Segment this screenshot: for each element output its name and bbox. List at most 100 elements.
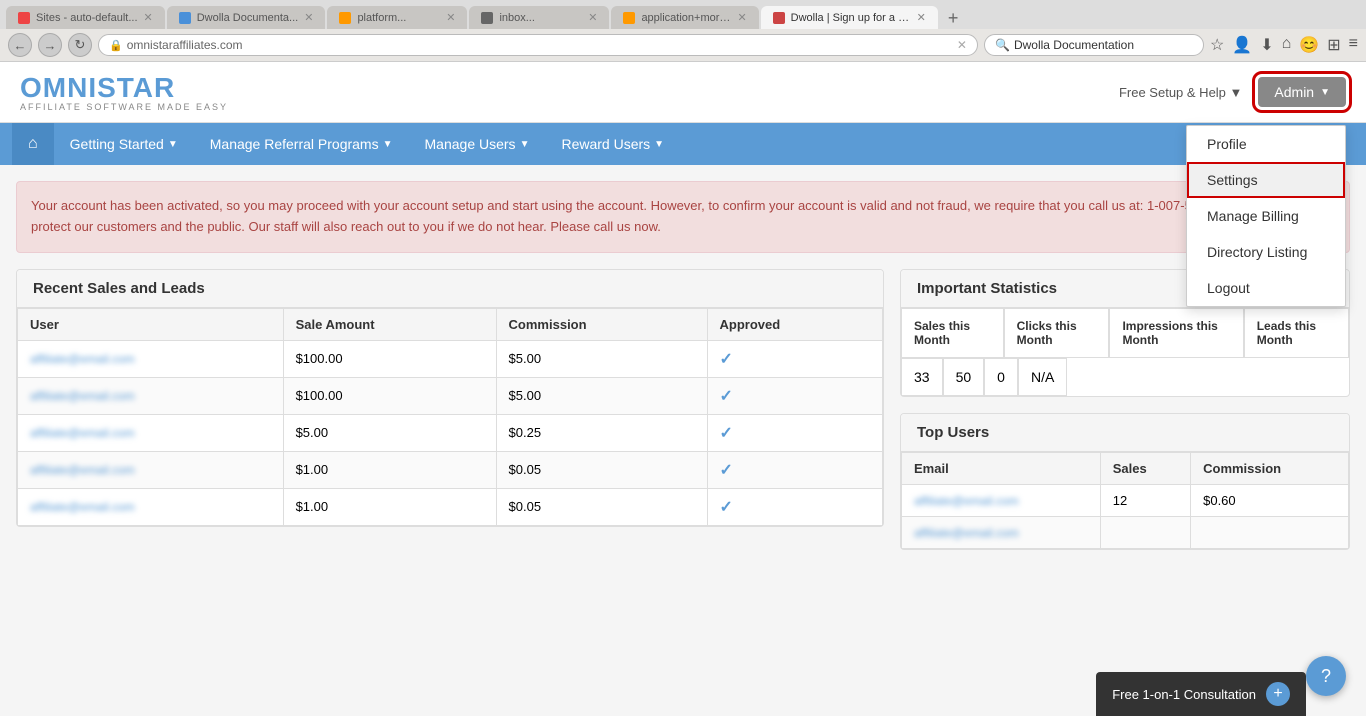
dropdown-directory[interactable]: Directory Listing bbox=[1187, 234, 1345, 270]
table-row: affiliate@email.com $100.00 $5.00 ✓ bbox=[18, 377, 883, 414]
bookmark-icon[interactable]: ☆ bbox=[1210, 35, 1224, 55]
logo-star: STAR bbox=[97, 72, 175, 103]
stat-header-clicks: Clicks this Month bbox=[1004, 308, 1110, 358]
forward-button[interactable]: → bbox=[38, 33, 62, 57]
alert-text: Your account has been activated, so you … bbox=[31, 198, 1321, 234]
top-user-commission bbox=[1191, 516, 1349, 548]
home-icon[interactable]: ⌂ bbox=[1282, 35, 1292, 55]
menu-icon[interactable]: ≡ bbox=[1349, 35, 1358, 55]
new-tab-button[interactable]: + bbox=[940, 8, 967, 29]
left-panel: Recent Sales and Leads User Sale Amount … bbox=[16, 269, 884, 566]
reload-button[interactable]: ↻ bbox=[68, 33, 92, 57]
col-commission: Commission bbox=[496, 308, 707, 340]
sale-amount: $100.00 bbox=[283, 340, 496, 377]
dropdown-billing[interactable]: Manage Billing bbox=[1187, 198, 1345, 234]
dropdown-settings[interactable]: Settings bbox=[1187, 162, 1345, 198]
tab-close-1[interactable]: ✕ bbox=[144, 11, 153, 24]
back-button[interactable]: ← bbox=[8, 33, 32, 57]
consult-label: Free 1-on-1 Consultation bbox=[1112, 687, 1256, 702]
top-user-commission: $0.60 bbox=[1191, 484, 1349, 516]
top-col-sales: Sales bbox=[1100, 452, 1190, 484]
sale-amount: $5.00 bbox=[283, 414, 496, 451]
user-email: affiliate@email.com bbox=[30, 352, 135, 366]
browser-chrome: Sites - auto-default... ✕ Dwolla Documen… bbox=[0, 0, 1366, 62]
top-users-title: Top Users bbox=[901, 414, 1349, 452]
getting-started-caret: ▼ bbox=[168, 139, 178, 150]
tab-5[interactable]: application+more... ✕ bbox=[611, 6, 758, 29]
admin-button[interactable]: Admin bbox=[1258, 77, 1346, 107]
free-setup-link[interactable]: Free Setup & Help ▼ bbox=[1119, 85, 1242, 100]
col-approved: Approved bbox=[707, 308, 882, 340]
admin-wrapper: Admin Profile Settings Manage Billing Di… bbox=[1258, 77, 1346, 107]
user-email: affiliate@email.com bbox=[30, 426, 135, 440]
approved-check: ✓ bbox=[707, 488, 882, 525]
nav-reward-users[interactable]: Reward Users ▼ bbox=[545, 124, 680, 164]
dropdown-logout[interactable]: Logout bbox=[1187, 270, 1345, 306]
top-col-email: Email bbox=[902, 452, 1101, 484]
help-button[interactable]: ? bbox=[1306, 656, 1346, 696]
recent-sales-table: User Sale Amount Commission Approved aff… bbox=[17, 308, 883, 526]
tab-1[interactable]: Sites - auto-default... ✕ bbox=[6, 6, 165, 29]
stat-value-impressions: 0 bbox=[984, 358, 1018, 396]
nav-getting-started[interactable]: Getting Started ▼ bbox=[54, 124, 194, 164]
search-text: Dwolla Documentation bbox=[1014, 38, 1134, 52]
table-row: affiliate@email.com $5.00 $0.25 ✓ bbox=[18, 414, 883, 451]
tab-close-4[interactable]: ✕ bbox=[588, 11, 597, 24]
admin-dropdown: Profile Settings Manage Billing Director… bbox=[1186, 125, 1346, 307]
address-bar[interactable]: 🔒 omnistaraffiliates.com ✕ bbox=[98, 34, 978, 56]
col-sale-amount: Sale Amount bbox=[283, 308, 496, 340]
top-user-email: affiliate@email.com bbox=[914, 526, 1019, 540]
tab-4[interactable]: inbox... ✕ bbox=[469, 6, 609, 29]
address-text: omnistaraffiliates.com bbox=[127, 38, 243, 52]
tab-close-3[interactable]: ✕ bbox=[446, 11, 455, 24]
alert-box: Your account has been activated, so you … bbox=[16, 181, 1350, 253]
logo-text: OMNISTAR bbox=[20, 72, 228, 104]
main-nav: ⌂ Getting Started ▼ Manage Referral Prog… bbox=[0, 123, 1366, 165]
table-row: affiliate@email.com $1.00 $0.05 ✓ bbox=[18, 451, 883, 488]
sale-amount: $100.00 bbox=[283, 377, 496, 414]
stats-values-row: 33 50 0 N/A bbox=[901, 358, 1349, 396]
extensions-icon[interactable]: ⊞ bbox=[1327, 35, 1340, 55]
consult-plus-button[interactable]: + bbox=[1266, 682, 1290, 706]
approved-check: ✓ bbox=[707, 451, 882, 488]
tab-3[interactable]: platform... ✕ bbox=[327, 6, 467, 29]
address-bar-row: ← → ↻ 🔒 omnistaraffiliates.com ✕ 🔍 Dwoll… bbox=[0, 29, 1366, 61]
approved-check: ✓ bbox=[707, 340, 882, 377]
logo: OMNISTAR AFFILIATE SOFTWARE MADE EASY bbox=[20, 72, 228, 112]
download-icon[interactable]: ⬇ bbox=[1260, 35, 1273, 55]
tab-close-5[interactable]: ✕ bbox=[737, 11, 746, 24]
right-panel: Important Statistics Sales this Month Cl… bbox=[900, 269, 1350, 566]
recent-sales-card: Recent Sales and Leads User Sale Amount … bbox=[16, 269, 884, 527]
search-bar[interactable]: 🔍 Dwolla Documentation bbox=[984, 34, 1204, 56]
tab-close-6[interactable]: ✕ bbox=[917, 11, 926, 24]
top-col-commission: Commission bbox=[1191, 452, 1349, 484]
main-content: Recent Sales and Leads User Sale Amount … bbox=[0, 269, 1366, 582]
stat-value-leads: N/A bbox=[1018, 358, 1067, 396]
referral-caret: ▼ bbox=[383, 139, 393, 150]
col-user: User bbox=[18, 308, 284, 340]
nav-manage-referral[interactable]: Manage Referral Programs ▼ bbox=[194, 124, 409, 164]
sale-amount: $1.00 bbox=[283, 451, 496, 488]
dropdown-profile[interactable]: Profile bbox=[1187, 126, 1345, 162]
commission-amount: $0.25 bbox=[496, 414, 707, 451]
nav-home[interactable]: ⌂ bbox=[12, 123, 54, 165]
commission-amount: $0.05 bbox=[496, 488, 707, 525]
account-icon[interactable]: 👤 bbox=[1232, 35, 1252, 55]
reward-users-caret: ▼ bbox=[654, 139, 664, 150]
commission-amount: $5.00 bbox=[496, 340, 707, 377]
logo-omni: OMNI bbox=[20, 72, 97, 103]
toolbar-icons: ☆ 👤 ⬇ ⌂ 😊 ⊞ ≡ bbox=[1210, 35, 1358, 55]
stat-header-sales: Sales this Month bbox=[901, 308, 1004, 358]
top-user-sales: 12 bbox=[1100, 484, 1190, 516]
app-header: OMNISTAR AFFILIATE SOFTWARE MADE EASY Fr… bbox=[0, 62, 1366, 123]
tab-2[interactable]: Dwolla Documenta... ✕ bbox=[167, 6, 326, 29]
tab-6-active[interactable]: Dwolla | Sign up for a fre... ✕ bbox=[761, 6, 938, 29]
stat-header-impressions: Impressions this Month bbox=[1109, 308, 1243, 358]
top-users-table: Email Sales Commission affiliate@email.c… bbox=[901, 452, 1349, 549]
admin-label: Admin bbox=[1274, 84, 1314, 100]
list-item: affiliate@email.com bbox=[902, 516, 1349, 548]
emoji-icon[interactable]: 😊 bbox=[1299, 35, 1319, 55]
nav-manage-users[interactable]: Manage Users ▼ bbox=[409, 124, 546, 164]
user-email: affiliate@email.com bbox=[30, 463, 135, 477]
tab-close-2[interactable]: ✕ bbox=[304, 11, 313, 24]
